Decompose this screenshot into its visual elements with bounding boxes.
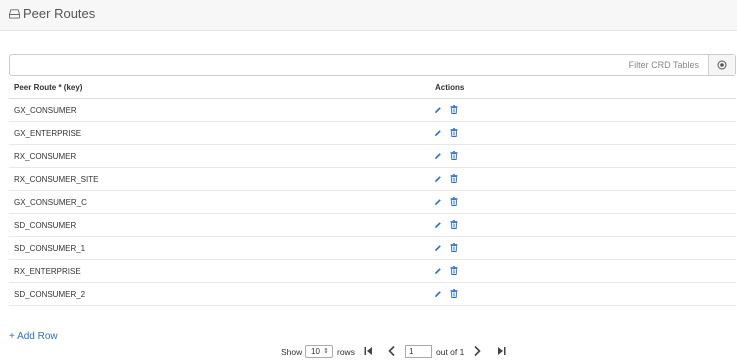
page-number-input[interactable]	[405, 345, 432, 358]
column-header-peer-route[interactable]: Peer Route * (key)	[14, 83, 82, 92]
table-row: RX_CONSUMER	[9, 145, 736, 168]
clear-circle-icon	[717, 60, 727, 70]
peer-route-cell: SD_CONSUMER_2	[14, 290, 86, 299]
edit-pencil-icon[interactable]	[434, 198, 442, 206]
peer-route-cell: GX_CONSUMER_C	[14, 198, 87, 207]
peer-route-cell: GX_CONSUMER	[14, 106, 77, 115]
edit-pencil-icon[interactable]	[434, 221, 442, 229]
peer-route-cell: RX_CONSUMER	[14, 152, 77, 161]
table-row: RX_ENTERPRISE	[9, 260, 736, 283]
rows-per-page-select[interactable]: 10 ⇕	[305, 345, 333, 358]
column-header-actions: Actions	[435, 83, 465, 92]
edit-pencil-icon[interactable]	[434, 129, 442, 137]
filter-box	[9, 54, 736, 76]
edit-pencil-icon[interactable]	[434, 290, 442, 298]
show-label: Show	[281, 347, 303, 357]
table-row: SD_CONSUMER_1	[9, 237, 736, 260]
hdd-icon	[9, 9, 20, 19]
edit-pencil-icon[interactable]	[434, 106, 442, 114]
filter-clear-button[interactable]	[708, 55, 735, 75]
trash-icon[interactable]	[450, 289, 458, 298]
edit-pencil-icon[interactable]	[434, 152, 442, 160]
table-row: GX_ENTERPRISE	[9, 122, 736, 145]
rows-label: rows	[337, 347, 355, 357]
trash-icon[interactable]	[450, 151, 458, 160]
trash-icon[interactable]	[450, 128, 458, 137]
trash-icon[interactable]	[450, 105, 458, 114]
table-row: SD_CONSUMER	[9, 214, 736, 237]
trash-icon[interactable]	[450, 174, 458, 183]
table-body: GX_CONSUMER GX_ENTERPRISE RX_CONSUMER RX…	[9, 99, 736, 306]
last-page-icon[interactable]	[496, 344, 508, 358]
next-page-icon[interactable]	[471, 344, 483, 358]
page-title: Peer Routes	[23, 6, 96, 21]
table-row: GX_CONSUMER_C	[9, 191, 736, 214]
peer-route-cell: SD_CONSUMER_1	[14, 244, 86, 253]
table-row: SD_CONSUMER_2	[9, 283, 736, 306]
trash-icon[interactable]	[450, 243, 458, 252]
first-page-icon[interactable]	[362, 344, 374, 358]
trash-icon[interactable]	[450, 220, 458, 229]
peer-route-cell: GX_ENTERPRISE	[14, 129, 82, 138]
edit-pencil-icon[interactable]	[434, 267, 442, 275]
add-row-button[interactable]: + Add Row	[9, 331, 58, 342]
filter-input[interactable]	[10, 55, 708, 75]
peer-route-cell: RX_ENTERPRISE	[14, 267, 81, 276]
table-row: RX_CONSUMER_SITE	[9, 168, 736, 191]
trash-icon[interactable]	[450, 197, 458, 206]
table-row: GX_CONSUMER	[9, 99, 736, 122]
prev-page-icon[interactable]	[386, 344, 398, 358]
page-header: Peer Routes	[0, 0, 737, 31]
edit-pencil-icon[interactable]	[434, 175, 442, 183]
rows-per-page-value: 10	[311, 347, 320, 356]
out-of-label: out of 1	[436, 347, 465, 357]
trash-icon[interactable]	[450, 266, 458, 275]
peer-route-cell: RX_CONSUMER_SITE	[14, 175, 99, 184]
select-arrows-icon: ⇕	[323, 348, 329, 355]
peer-route-cell: SD_CONSUMER	[14, 221, 77, 230]
edit-pencil-icon[interactable]	[434, 244, 442, 252]
